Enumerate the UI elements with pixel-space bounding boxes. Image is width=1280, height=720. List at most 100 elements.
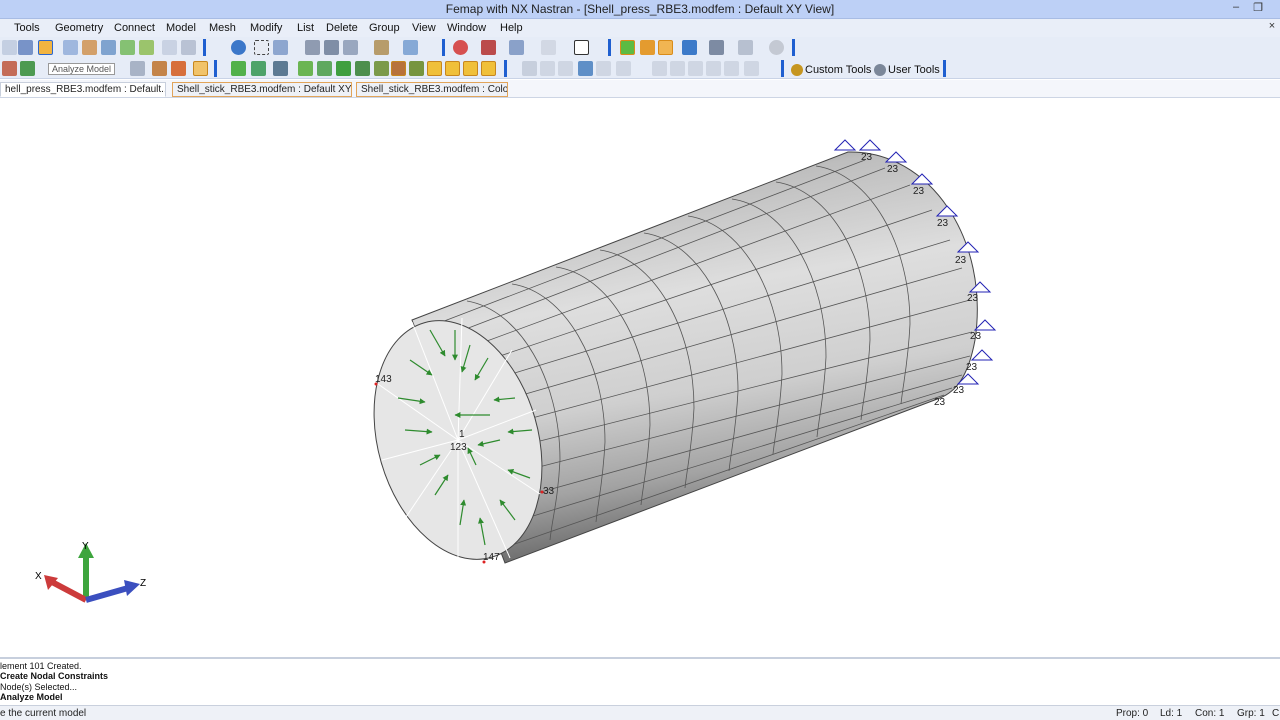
view-select-icon[interactable] — [343, 40, 358, 55]
zoom-window-icon[interactable] — [254, 40, 269, 55]
element-icon[interactable] — [139, 40, 154, 55]
workplane-icon[interactable] — [574, 40, 589, 55]
grid-2-icon[interactable] — [596, 61, 611, 76]
pick-icon[interactable] — [481, 40, 496, 55]
select-target-icon[interactable] — [453, 40, 468, 55]
menu-connect[interactable]: Connect — [114, 22, 155, 34]
rebuild-icon[interactable] — [63, 40, 78, 55]
window-icon[interactable] — [738, 40, 753, 55]
mesh-node-icon[interactable] — [231, 61, 246, 76]
snap-6-icon[interactable] — [724, 61, 739, 76]
view-layout-icon[interactable] — [305, 40, 320, 55]
edit-icon[interactable] — [193, 61, 208, 76]
menu-geometry[interactable]: Geometry — [55, 22, 103, 34]
brush-icon[interactable] — [658, 40, 673, 55]
mesh-icon[interactable] — [120, 40, 135, 55]
copy-icon[interactable] — [162, 40, 177, 55]
list-icon[interactable] — [130, 61, 145, 76]
menu-tools[interactable]: Tools — [14, 22, 40, 34]
node-label-1: 1 — [459, 429, 465, 440]
view-style-icon[interactable] — [403, 40, 418, 55]
align-icon[interactable] — [522, 61, 537, 76]
open-icon[interactable] — [152, 61, 167, 76]
filter-funnel-icon[interactable] — [682, 40, 697, 55]
node-label-33: 33 — [543, 486, 555, 497]
split-icon[interactable] — [409, 61, 424, 76]
node-label-23: 23 — [955, 255, 967, 266]
tab-shell-stick-color[interactable]: Shell_stick_RBE3.modfem : Color — [356, 82, 508, 97]
delete-icon[interactable] — [171, 61, 186, 76]
tab-shell-press[interactable]: hell_press_RBE3.modfem : Default... — [0, 82, 166, 97]
text-icon[interactable] — [355, 61, 370, 76]
analyze-icon[interactable] — [38, 40, 53, 55]
check-icon[interactable] — [463, 61, 478, 76]
grid-3-icon[interactable] — [616, 61, 631, 76]
snap-5-icon[interactable] — [706, 61, 721, 76]
menu-mesh[interactable]: Mesh — [209, 22, 236, 34]
cross-icon[interactable] — [427, 61, 442, 76]
custom-tools-label: Custom Tools — [805, 64, 872, 76]
model-viewport[interactable]: 143 123 1 33 147 23 23 23 23 23 23 23 23… — [0, 98, 1280, 656]
mesh-size-icon[interactable] — [273, 61, 288, 76]
new-icon[interactable] — [2, 40, 17, 55]
filter-icon[interactable] — [374, 40, 389, 55]
menu-model[interactable]: Model — [166, 22, 196, 34]
menu-delete[interactable]: Delete — [326, 22, 358, 34]
message-line: lement 101 Created. — [0, 661, 82, 671]
table-grid-icon[interactable] — [578, 61, 593, 76]
arrow-icon[interactable] — [374, 61, 389, 76]
user-tools-label: User Tools — [888, 64, 940, 76]
close-doc-button[interactable]: × — [1262, 20, 1280, 36]
toolbar-separator — [504, 60, 507, 77]
grid-icon[interactable] — [101, 40, 116, 55]
graph-icon[interactable] — [2, 61, 17, 76]
hash-icon[interactable] — [445, 61, 460, 76]
minimize-button[interactable]: – — [1226, 1, 1246, 17]
table-icon[interactable] — [20, 61, 35, 76]
toolbar-separator — [203, 39, 206, 56]
tab-shell-stick-xy[interactable]: Shell_stick_RBE3.modfem : Default XY... — [172, 82, 352, 97]
snap-3-icon[interactable] — [670, 61, 685, 76]
toolbar-separator — [943, 60, 946, 77]
snap-2-icon[interactable] — [652, 61, 667, 76]
snap-icon[interactable] — [541, 40, 556, 55]
rotate-icon[interactable] — [231, 40, 246, 55]
pencil-icon[interactable] — [640, 40, 655, 55]
messages-panel[interactable]: lement 101 Created. Create Nodal Constra… — [0, 657, 1280, 705]
add-node-icon[interactable] — [298, 61, 313, 76]
cancel-icon[interactable] — [769, 40, 784, 55]
add-element-icon[interactable] — [317, 61, 332, 76]
menu-list[interactable]: List — [297, 22, 314, 34]
menu-modify[interactable]: Modify — [250, 22, 282, 34]
message-line: Create Nodal Constraints — [0, 671, 109, 681]
menu-view[interactable]: View — [412, 22, 436, 34]
align-2-icon[interactable] — [540, 61, 555, 76]
grid-table-icon[interactable] — [709, 40, 724, 55]
node-label-23: 23 — [913, 186, 925, 197]
print-icon[interactable] — [181, 40, 196, 55]
user-tools-button[interactable]: User Tools — [874, 62, 940, 78]
menu-help[interactable]: Help — [500, 22, 523, 34]
select-box-icon[interactable] — [509, 40, 524, 55]
node-label-23: 23 — [937, 218, 949, 229]
add-load-icon[interactable] — [336, 61, 351, 76]
mesh-element-icon[interactable] — [251, 61, 266, 76]
model-info-icon[interactable] — [82, 40, 97, 55]
zoom-icon[interactable] — [273, 40, 288, 55]
status-group: Grp: 1 — [1237, 708, 1265, 719]
restore-button[interactable]: ❐ — [1248, 1, 1268, 17]
save-icon[interactable] — [18, 40, 33, 55]
menu-window[interactable]: Window — [447, 22, 486, 34]
check-2-icon[interactable] — [481, 61, 496, 76]
node-label-23: 23 — [861, 152, 873, 163]
model-canvas[interactable]: 143 123 1 33 147 23 23 23 23 23 23 23 23… — [0, 98, 1280, 656]
align-3-icon[interactable] — [558, 61, 573, 76]
view-options-icon[interactable] — [324, 40, 339, 55]
menu-group[interactable]: Group — [369, 22, 400, 34]
list-2-icon[interactable] — [744, 61, 759, 76]
node-label-123: 123 — [450, 442, 467, 453]
measure-icon[interactable] — [391, 61, 406, 76]
snap-4-icon[interactable] — [688, 61, 703, 76]
entity-toggle-icon[interactable] — [620, 40, 635, 55]
custom-tools-button[interactable]: Custom Tools — [791, 62, 871, 78]
